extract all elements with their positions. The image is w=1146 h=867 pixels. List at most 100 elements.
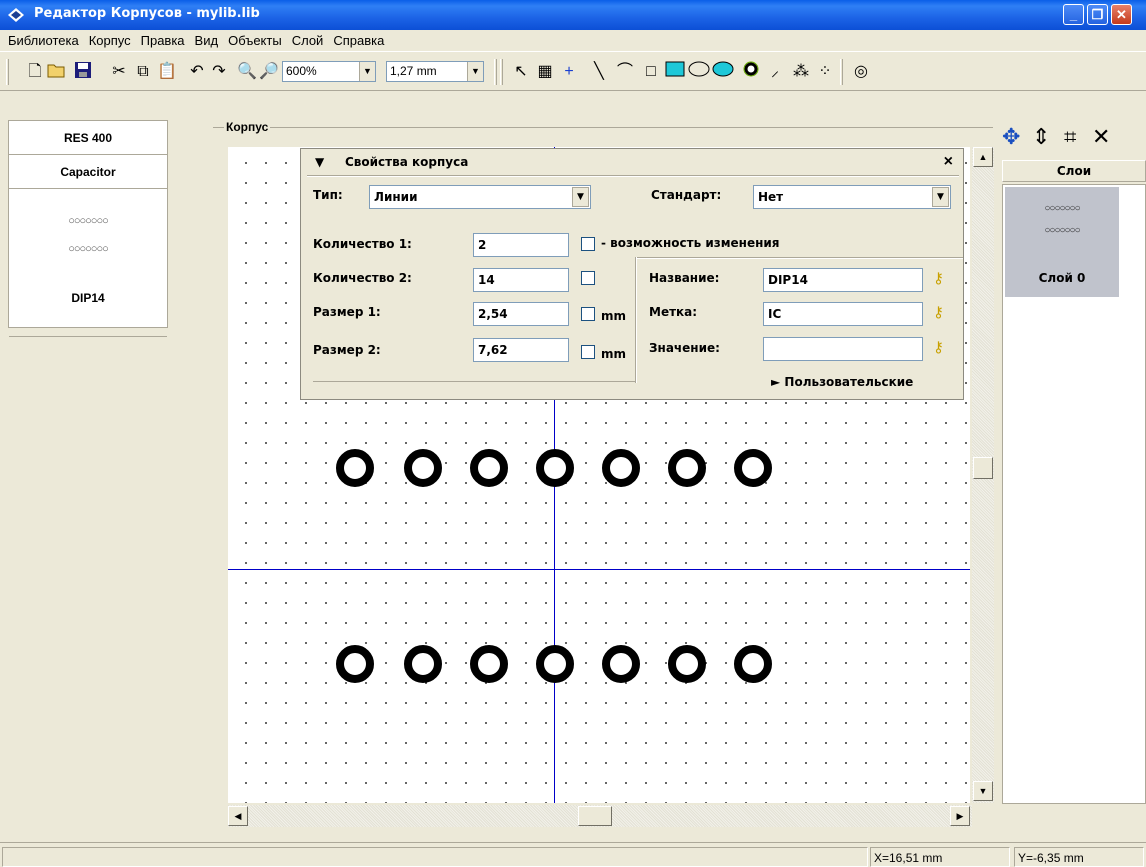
menu-layer[interactable]: Слой [287,30,329,48]
rotate-icon[interactable]: ⌗ [1064,124,1076,150]
minimize-button[interactable]: _ [1063,4,1084,25]
zoom-fit-icon[interactable]: 🔎 [258,61,280,83]
restore-button[interactable]: ❐ [1087,4,1108,25]
reorder-icon[interactable]: ⇕ [1032,124,1050,150]
pad[interactable] [536,449,574,487]
redo-icon[interactable]: ↷ [208,61,230,83]
qty1-label: Количество 1: [313,237,412,251]
pad[interactable] [336,645,374,683]
scroll-up-button[interactable]: ▲ [973,147,993,167]
type-value: Линии [374,190,418,204]
ellipse-icon[interactable] [688,61,710,83]
zoom-select[interactable]: 600% ▼ [282,61,376,82]
filled-ellipse-icon[interactable] [712,61,734,83]
pad[interactable] [602,449,640,487]
close-window-button[interactable]: ✕ [1111,4,1132,25]
pad[interactable] [536,645,574,683]
scroll-left-button[interactable]: ◀ [228,806,248,826]
pad-circle-icon[interactable] [740,61,762,83]
horizontal-scrollbar[interactable]: ◀ ▶ [228,805,972,827]
rect-icon[interactable]: □ [640,61,662,83]
menu-help[interactable]: Справка [328,30,389,48]
vertical-scroll-thumb[interactable] [973,457,993,479]
chevron-down-icon[interactable]: ▼ [572,187,589,207]
value-input[interactable] [763,337,923,361]
grid-select[interactable]: 1,27 mm ▼ [386,61,484,82]
size1-mm-checkbox[interactable] [581,307,595,321]
qty2-input[interactable]: 14 [473,268,569,292]
menu-library[interactable]: Библиотека [0,30,84,48]
library-item[interactable]: Capacitor [9,155,167,189]
close-icon[interactable]: × [944,153,953,171]
array-icon[interactable]: ⁂ [790,61,812,83]
toolbar-grip[interactable] [500,59,503,85]
qty2-checkbox[interactable] [581,271,595,285]
type-select[interactable]: Линии ▼ [369,185,591,209]
toolbar-grip[interactable] [6,59,9,85]
wire-icon[interactable]: ⸝ [764,61,786,83]
toolbar-grip[interactable] [494,59,497,85]
collapse-icon[interactable]: ▼ [315,155,324,169]
origin-horizontal-line [228,569,970,570]
size2-input[interactable]: 7,62 [473,338,569,362]
pad[interactable] [668,449,706,487]
menu-view[interactable]: Вид [190,30,224,48]
pad[interactable] [404,645,442,683]
filled-rect-icon[interactable] [664,61,686,83]
library-item[interactable]: RES 400 [9,121,167,155]
qty1-input[interactable]: 2 [473,233,569,257]
mark-input[interactable]: IC [763,302,923,326]
menu-package[interactable]: Корпус [84,30,136,48]
chevron-down-icon[interactable]: ▼ [359,62,375,81]
scroll-down-button[interactable]: ▼ [973,781,993,801]
target-icon[interactable]: ◎ [850,61,872,83]
standard-select[interactable]: Нет ▼ [753,185,951,209]
window-title: Редактор Корпусов - mylib.lib [34,6,260,21]
pad[interactable] [470,449,508,487]
pad-icon[interactable]: ▦ [534,61,556,83]
layers-list: ○○○○○○○ ○○○○○○○ Слой 0 [1002,184,1146,804]
pad[interactable] [470,645,508,683]
size1-input[interactable]: 2,54 [473,302,569,326]
properties-header: Свойства корпуса [345,155,469,169]
pattern-icon[interactable]: ⁘ [814,61,836,83]
library-item-dip14[interactable]: ○○○○○○○ ○○○○○○○ DIP14 [9,189,167,337]
custom-expander[interactable]: ► Пользовательские [771,375,913,389]
menu-objects[interactable]: Объекты [223,30,287,48]
undo-icon[interactable]: ↶ [186,61,208,83]
scroll-right-button[interactable]: ▶ [950,806,970,826]
pad[interactable] [734,449,772,487]
paste-icon[interactable]: 📋 [156,61,178,83]
pad[interactable] [404,449,442,487]
size1-mm-label: mm [601,309,627,323]
name-input[interactable]: DIP14 [763,268,923,292]
delete-icon[interactable]: ✕ [1092,124,1110,150]
size2-mm-checkbox[interactable] [581,345,595,359]
save-icon[interactable] [72,61,94,83]
horizontal-scroll-thumb[interactable] [578,806,612,826]
cut-icon[interactable]: ✂ [108,61,130,83]
line-icon[interactable]: ╲ [588,61,610,83]
pad[interactable] [668,645,706,683]
zoom-in-icon[interactable]: 🔍 [236,61,258,83]
origin-cross-icon[interactable]: + [558,61,580,83]
package-properties-panel: ▼ Свойства корпуса × Тип: Линии ▼ Станда… [300,148,964,400]
new-icon[interactable]: 🗋 [24,61,46,83]
key-icon[interactable]: ⚷ [933,338,944,356]
changeable-checkbox[interactable] [581,237,595,251]
pad[interactable] [336,449,374,487]
key-icon[interactable]: ⚷ [933,303,944,321]
open-icon[interactable] [46,61,68,83]
pad[interactable] [602,645,640,683]
select-arrow-icon[interactable]: ↖ [510,61,532,83]
menu-edit[interactable]: Правка [136,30,190,48]
chevron-down-icon[interactable]: ▼ [467,62,483,81]
pad[interactable] [734,645,772,683]
chevron-down-icon[interactable]: ▼ [932,187,949,207]
move-icon[interactable]: ✥ [1002,124,1020,150]
toolbar-grip[interactable] [840,59,843,85]
key-icon[interactable]: ⚷ [933,269,944,287]
vertical-scrollbar[interactable]: ▲ ▼ [972,147,994,803]
arc-icon[interactable]: ⌒ [614,61,636,83]
copy-icon[interactable]: ⧉ [132,61,154,83]
